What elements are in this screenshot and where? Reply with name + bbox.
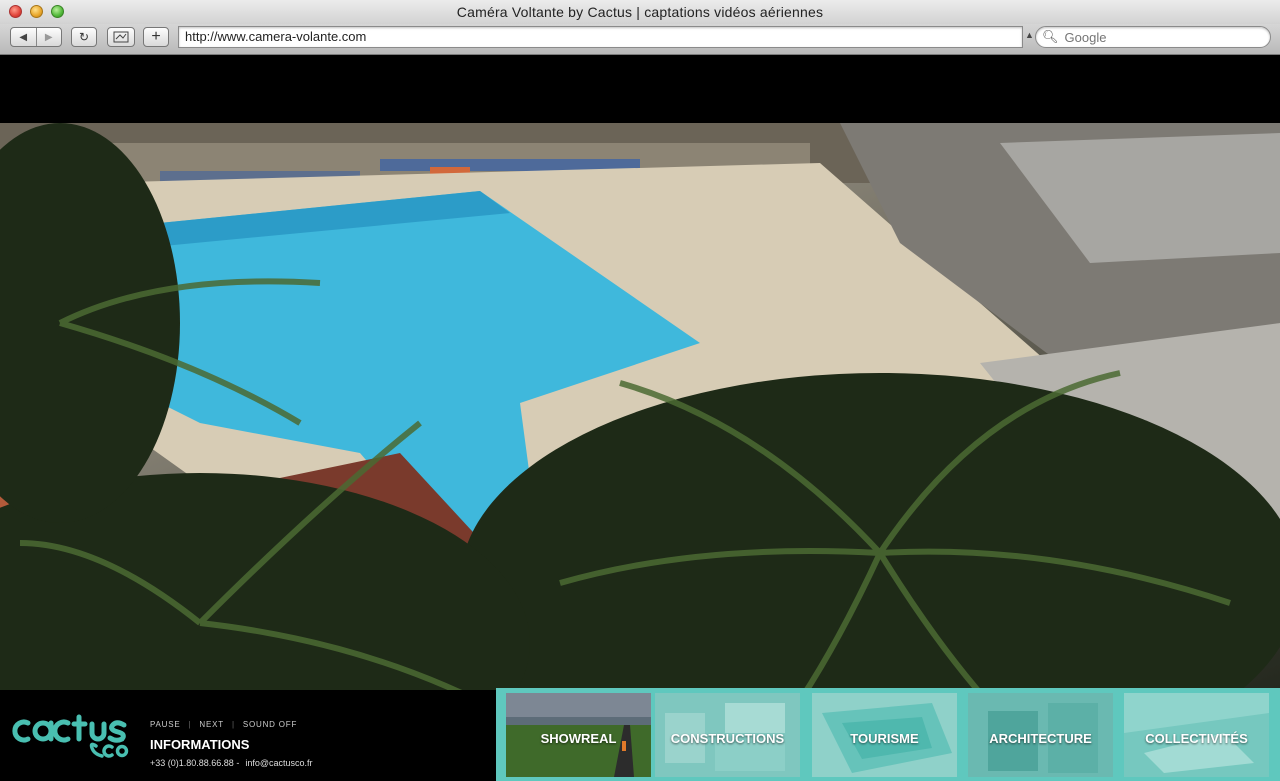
category-label: SHOWREAL bbox=[540, 731, 617, 746]
pause-link[interactable]: PAUSE bbox=[150, 720, 181, 729]
video-frame bbox=[0, 123, 1280, 755]
address-dropdown-icon[interactable]: ▲ bbox=[1025, 30, 1034, 40]
category-architecture[interactable]: ARCHITECTURE bbox=[968, 693, 1113, 777]
category-collectivites[interactable]: COLLECTIVITÉS bbox=[1124, 693, 1269, 777]
minimize-window-button[interactable] bbox=[30, 5, 43, 18]
add-bookmark-button[interactable]: + bbox=[143, 27, 169, 47]
divider: | bbox=[231, 720, 235, 729]
contact-line: +33 (0)1.80.88.66.88 - info@cactusco.fr bbox=[150, 758, 313, 768]
reload-icon: ↻ bbox=[78, 30, 90, 44]
player-controls: PAUSE | NEXT | SOUND OFF bbox=[150, 720, 297, 729]
back-button[interactable]: ◀ bbox=[11, 28, 36, 46]
nav-buttons: ◀ ▶ bbox=[10, 27, 62, 47]
forward-arrow-icon: ▶ bbox=[44, 31, 53, 43]
category-constructions[interactable]: CONSTRUCTIONS bbox=[655, 693, 800, 777]
address-bar[interactable]: http://www.camera-volante.com bbox=[178, 26, 1023, 48]
category-tourisme[interactable]: TOURISME bbox=[812, 693, 957, 777]
reload-button[interactable]: ↻ bbox=[71, 27, 97, 47]
snapback-icon bbox=[113, 31, 129, 43]
window-titlebar: Caméra Voltante by Cactus | captations v… bbox=[0, 0, 1280, 24]
sound-toggle-link[interactable]: SOUND OFF bbox=[243, 720, 297, 729]
cactus-co-logo[interactable] bbox=[12, 714, 132, 758]
snapback-button[interactable] bbox=[107, 27, 135, 47]
category-showreal[interactable]: SHOWREAL bbox=[506, 693, 651, 777]
category-label: CONSTRUCTIONS bbox=[670, 731, 785, 746]
category-label: COLLECTIVITÉS bbox=[1145, 731, 1248, 746]
informations-link[interactable]: INFORMATIONS bbox=[150, 737, 249, 752]
phone-number: +33 (0)1.80.88.66.88 - bbox=[150, 758, 240, 768]
forward-button[interactable]: ▶ bbox=[35, 28, 62, 46]
search-icon: 🔍︎ bbox=[1042, 29, 1059, 44]
search-field[interactable]: 🔍︎ bbox=[1035, 26, 1271, 48]
category-label: TOURISME bbox=[850, 731, 919, 746]
category-label: ARCHITECTURE bbox=[989, 731, 1092, 746]
close-window-button[interactable] bbox=[9, 5, 22, 18]
search-input[interactable] bbox=[1062, 28, 1257, 46]
hero-video[interactable] bbox=[0, 123, 1280, 755]
page-viewport bbox=[0, 55, 1280, 781]
divider: | bbox=[188, 720, 192, 729]
window-title: Caméra Voltante by Cactus | captations v… bbox=[456, 4, 824, 20]
back-arrow-icon: ◀ bbox=[19, 31, 28, 43]
plus-icon: + bbox=[151, 28, 161, 45]
next-link[interactable]: NEXT bbox=[199, 720, 224, 729]
category-strip: SHOWREAL CONSTRUCTIONS TOURISME ARCHITEC… bbox=[496, 688, 1280, 781]
zoom-window-button[interactable] bbox=[51, 5, 64, 18]
email-link[interactable]: info@cactusco.fr bbox=[245, 758, 312, 768]
browser-toolbar: ◀ ▶ ↻ + http://www.camera-volante.com ▲ … bbox=[0, 24, 1280, 55]
